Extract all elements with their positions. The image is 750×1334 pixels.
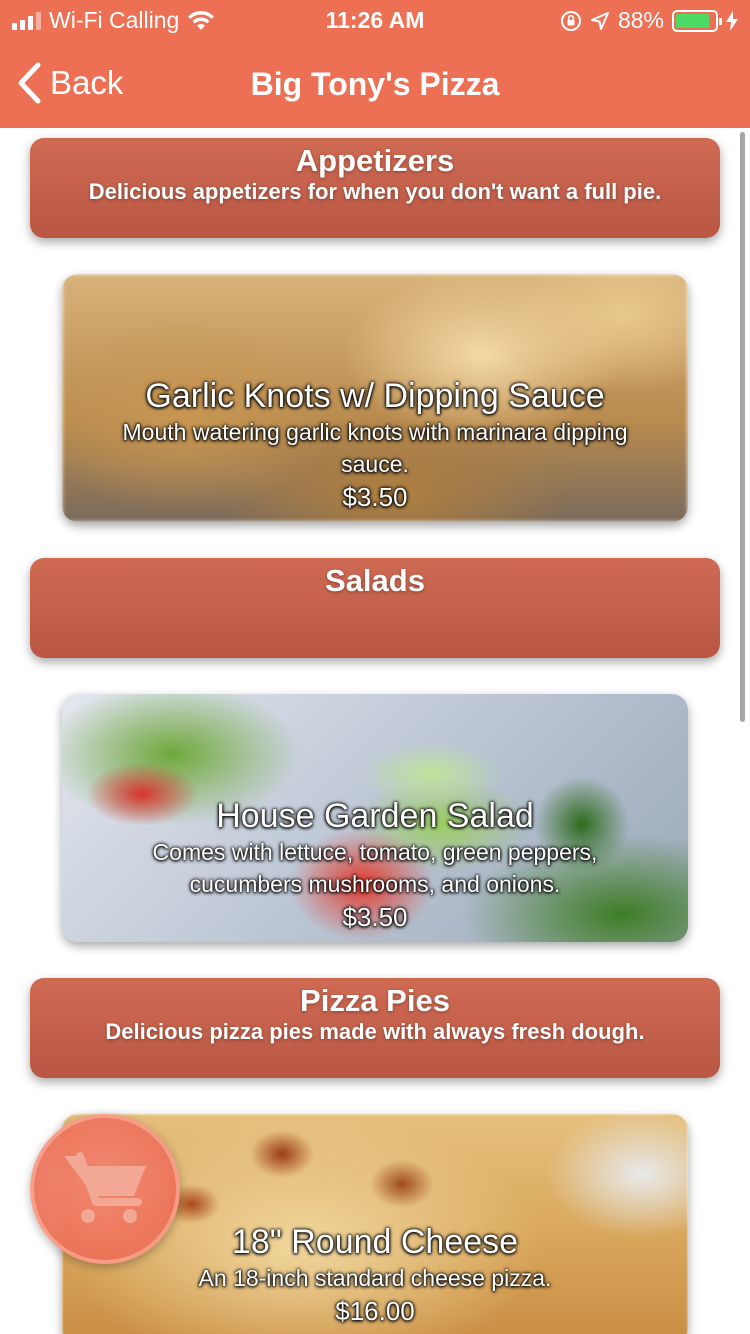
item-price: $16.00 [335, 1296, 415, 1326]
shopping-cart-icon [64, 1152, 146, 1223]
menu-item-garlic-knots[interactable]: Garlic Knots w/ Dipping Sauce Mouth wate… [62, 274, 688, 522]
orientation-lock-icon [560, 10, 581, 31]
navigation-bar: Back Big Tony's Pizza [0, 42, 750, 128]
item-description: Comes with lettuce, tomato, green pepper… [152, 839, 598, 897]
charging-bolt-icon [726, 10, 738, 31]
item-name: House Garden Salad [216, 797, 534, 835]
category-title: Appetizers [295, 143, 455, 178]
item-price: $3.50 [342, 482, 408, 512]
item-price: $3.50 [342, 902, 408, 932]
category-pizza-pies[interactable]: Pizza Pies Delicious pizza pies made wit… [30, 978, 720, 1078]
top-bar: Wi-Fi Calling 11:26 AM 88% Back Big Tony… [0, 0, 750, 128]
battery-percent: 88% [617, 7, 664, 33]
category-title: Salads [325, 563, 425, 598]
item-description: An 18-inch standard cheese pizza. [198, 1265, 552, 1291]
category-appetizers[interactable]: Appetizers Delicious appetizers for when… [30, 138, 720, 238]
item-name: Garlic Knots w/ Dipping Sauce [145, 377, 605, 415]
item-content: House Garden Salad Comes with lettuce, t… [62, 796, 688, 934]
category-title: Pizza Pies [300, 983, 450, 1018]
item-description: Mouth watering garlic knots with marinar… [122, 419, 628, 477]
menu-item-house-garden-salad[interactable]: House Garden Salad Comes with lettuce, t… [62, 694, 688, 942]
status-right: 88% [560, 7, 738, 34]
page-title: Big Tony's Pizza [250, 66, 500, 102]
category-description: Delicious appetizers for when you don't … [88, 179, 662, 204]
item-content: Garlic Knots w/ Dipping Sauce Mouth wate… [62, 376, 688, 514]
category-salads[interactable]: Salads [30, 558, 720, 658]
category-description: Delicious pizza pies made with always fr… [105, 1019, 645, 1044]
battery-fill [676, 13, 710, 28]
battery-icon [672, 9, 722, 32]
status-bar: Wi-Fi Calling 11:26 AM 88% [0, 0, 750, 42]
cart-button[interactable] [30, 1114, 180, 1264]
scrollbar[interactable] [740, 132, 745, 722]
location-icon [590, 11, 609, 30]
